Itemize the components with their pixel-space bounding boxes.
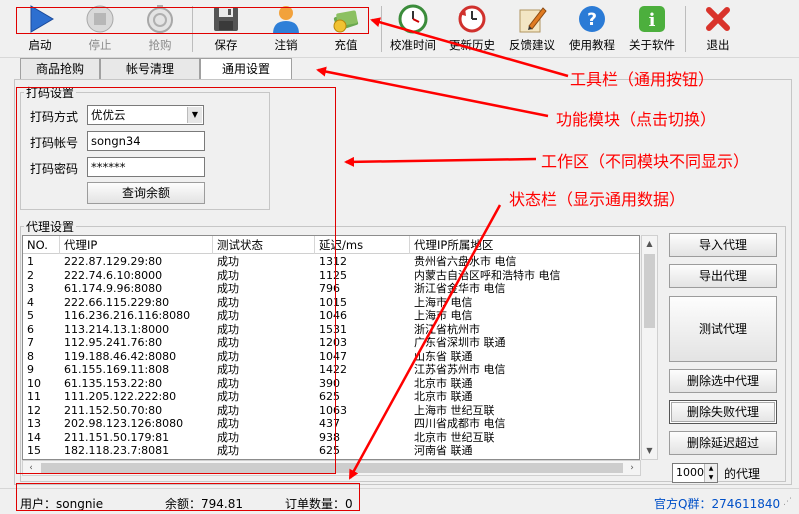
- workarea-arrow: [344, 156, 537, 167]
- workarea-annotation: 工作区（不同模块不同显示）: [541, 152, 750, 171]
- statusbar-annotation: 状态栏（显示通用数据）: [509, 190, 686, 209]
- toolbar-annotation: 工具栏（通用按钮）: [570, 70, 715, 89]
- modules-annotation: 功能模块（点击切换）: [556, 110, 717, 129]
- statusbar-arrow: [348, 204, 502, 480]
- toolbar-arrow: [370, 17, 569, 78]
- modules-arrow: [316, 66, 549, 118]
